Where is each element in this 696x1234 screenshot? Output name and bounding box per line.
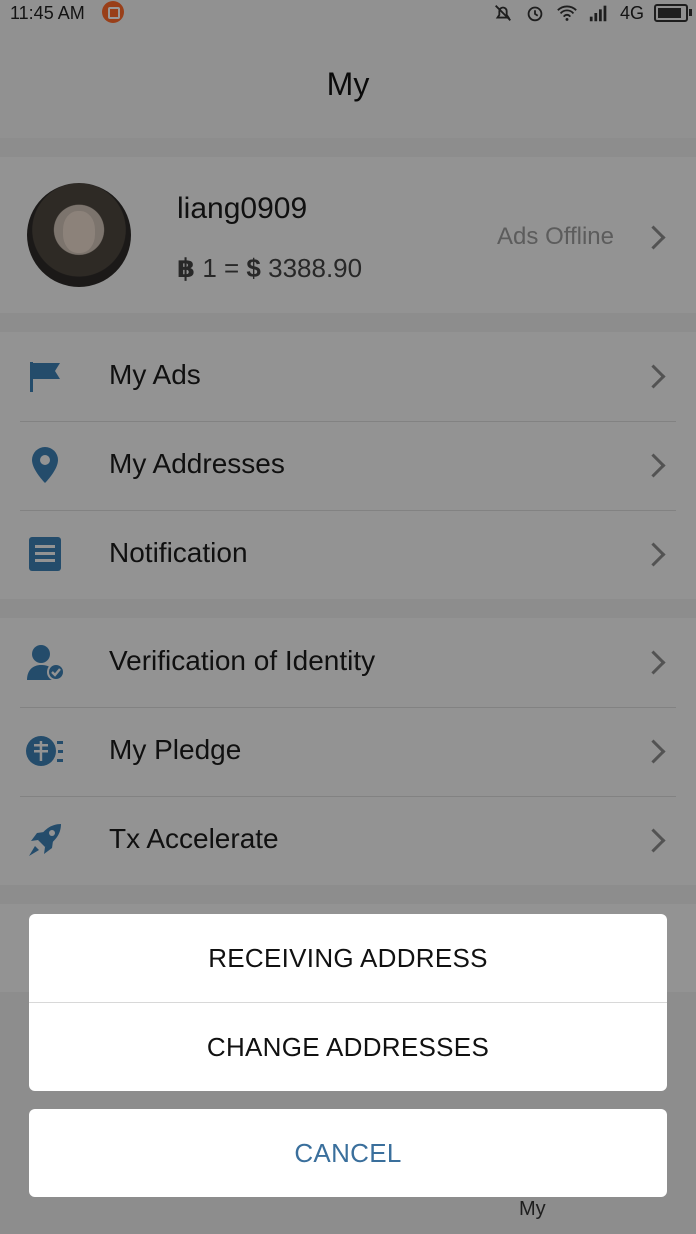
change-addresses-option[interactable]: CHANGE ADDRESSES	[29, 1003, 667, 1091]
cancel-button[interactable]: CANCEL	[29, 1109, 667, 1197]
action-sheet: RECEIVING ADDRESS CHANGE ADDRESSES	[29, 914, 667, 1091]
cancel-sheet: CANCEL	[29, 1109, 667, 1197]
app-screen: 11:45 AM 4G My liang0909 ฿ 1 = $ 3388.90…	[0, 0, 696, 1234]
receiving-address-option[interactable]: RECEIVING ADDRESS	[29, 914, 667, 1002]
